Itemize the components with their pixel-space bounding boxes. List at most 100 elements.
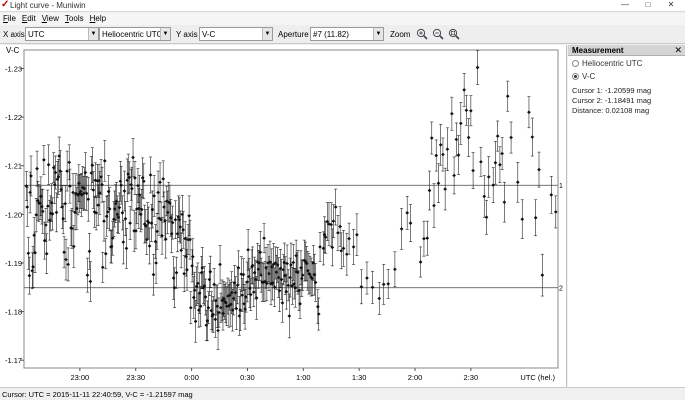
menu-help[interactable]: Help: [87, 13, 109, 25]
point-marker: [240, 293, 245, 297]
point-marker: [46, 162, 51, 167]
point-marker: [158, 180, 162, 185]
light-curve-plot[interactable]: V-C -1.23 -1.22 -1.21 -1.20 -1.19 -1.18 -1.17 23…: [0, 45, 567, 387]
menu-bar: File Edit View Tools Help: [0, 13, 685, 25]
radio-heliocentric-utc[interactable]: Heliocentric UTC: [572, 59, 642, 68]
point-marker: [262, 236, 266, 241]
time-select[interactable]: Heliocentric UTC ▼: [99, 27, 171, 41]
point-marker: [156, 190, 160, 195]
point-marker: [169, 231, 174, 236]
data-point: [462, 73, 466, 107]
x-tick-label: 2:00: [408, 373, 423, 382]
light-curve-chart[interactable]: V-C -1.23 -1.22 -1.21 -1.20 -1.19 -1.18 -1.17 23…: [0, 45, 567, 387]
data-point: [169, 214, 174, 254]
data-point: [469, 95, 473, 127]
data-point: [502, 181, 507, 223]
data-point: [318, 232, 322, 262]
point-marker: [479, 159, 483, 164]
y-axis-select[interactable]: V-C ▼: [199, 27, 273, 41]
data-point: [515, 162, 520, 203]
point-marker: [464, 108, 469, 113]
data-point: [466, 118, 471, 157]
point-marker: [190, 264, 194, 268]
menu-edit[interactable]: Edit: [19, 13, 39, 25]
x-tick-label: 0:30: [240, 373, 255, 382]
app-icon: ✓: [1, 0, 10, 10]
point-marker: [393, 267, 397, 272]
status-text: Cursor: UTC = 2015-11-11 22:40:59, V-C =…: [2, 390, 193, 399]
chevron-down-icon: ▼: [160, 28, 170, 40]
zoom-fit-icon[interactable]: [448, 28, 460, 40]
aperture-select[interactable]: #7 (11.82) ▼: [310, 27, 384, 41]
point-marker: [381, 282, 386, 287]
close-button[interactable]: ✕: [660, 0, 682, 10]
data-point: [509, 121, 513, 154]
data-point: [530, 117, 535, 157]
data-point: [182, 255, 187, 292]
point-marker: [533, 215, 538, 220]
data-point: [193, 300, 198, 343]
point-marker: [151, 272, 156, 277]
data-point: [386, 268, 391, 299]
point-marker: [386, 282, 391, 286]
data-point: [71, 173, 75, 212]
data-point: [280, 283, 285, 323]
radio-icon[interactable]: [572, 60, 579, 67]
point-marker: [246, 248, 250, 252]
menu-tools[interactable]: Tools: [62, 13, 87, 25]
point-marker: [355, 232, 359, 237]
data-point: [422, 220, 426, 257]
point-marker: [54, 210, 59, 215]
radio-v-c[interactable]: V-C: [572, 72, 595, 81]
maximize-button[interactable]: □: [637, 0, 659, 10]
point-marker: [111, 217, 116, 222]
zoom-out-icon[interactable]: [432, 28, 444, 40]
point-marker: [331, 219, 336, 223]
point-marker: [147, 244, 152, 248]
data-point: [94, 195, 99, 231]
point-marker: [131, 155, 135, 160]
point-marker: [458, 121, 463, 126]
point-marker: [73, 210, 77, 215]
point-marker: [248, 292, 253, 297]
point-marker: [152, 194, 156, 198]
data-point: [30, 252, 35, 290]
data-point: [484, 199, 489, 235]
point-marker: [247, 274, 251, 279]
minimize-button[interactable]: —: [614, 0, 636, 10]
point-marker: [347, 236, 351, 241]
data-point: [436, 163, 441, 203]
data-point: [425, 220, 430, 256]
data-point: [211, 296, 215, 333]
point-marker: [192, 288, 197, 293]
data-point: [537, 151, 541, 188]
point-marker: [161, 177, 166, 181]
menu-file[interactable]: File: [0, 13, 19, 25]
point-marker: [399, 227, 404, 231]
x-tick-label: 23:00: [70, 373, 89, 382]
radio-selected-icon[interactable]: [572, 73, 579, 80]
point-marker: [484, 215, 489, 220]
point-marker: [102, 219, 106, 223]
menu-view[interactable]: View: [39, 13, 62, 25]
point-marker: [207, 277, 212, 282]
data-point: [35, 150, 39, 187]
point-marker: [213, 317, 218, 322]
x-axis-title: UTC (hel.): [520, 373, 555, 382]
toolbar: X axis UTC ▼ Heliocentric UTC ▼ Y axis V…: [0, 25, 685, 44]
data-point: [88, 261, 93, 302]
point-marker: [63, 201, 68, 206]
point-marker: [52, 182, 57, 187]
point-marker: [33, 250, 37, 255]
x-axis-select[interactable]: UTC ▼: [25, 27, 99, 41]
point-marker: [491, 183, 496, 188]
point-marker: [237, 314, 242, 318]
data-point: [533, 199, 538, 237]
close-icon[interactable]: ✕: [674, 45, 682, 56]
aperture-value: #7 (11.82): [313, 30, 349, 39]
data-point: [181, 211, 186, 249]
data-point: [46, 144, 51, 185]
data-point: [54, 192, 59, 233]
zoom-in-icon[interactable]: [416, 28, 428, 40]
data-point: [454, 122, 459, 157]
